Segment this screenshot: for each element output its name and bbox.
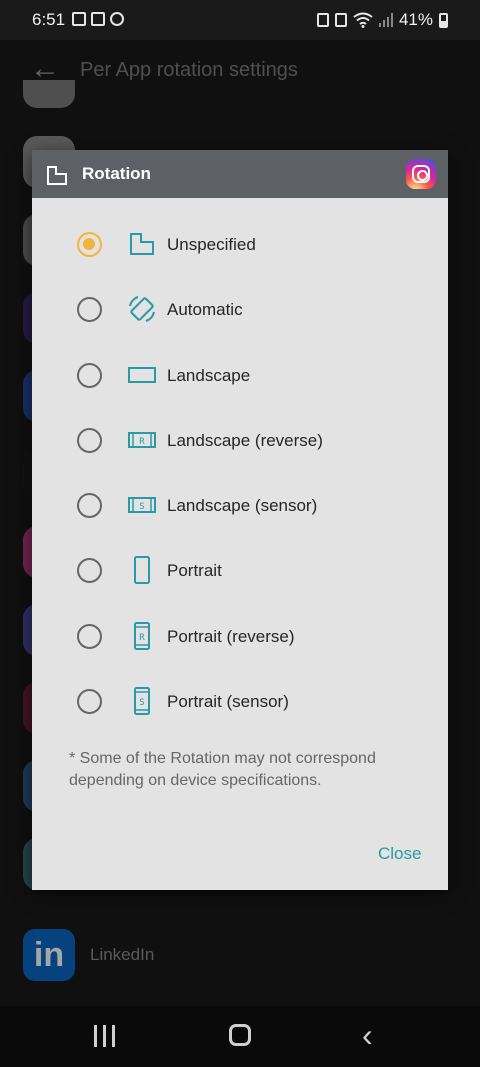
option-label: Landscape — [167, 366, 251, 385]
radio-button[interactable] — [77, 624, 102, 649]
radio-button[interactable] — [77, 428, 102, 453]
screen-rotation-notification-icon — [72, 12, 86, 26]
option-label: Unspecified — [167, 235, 256, 254]
nfc-icon — [334, 13, 347, 27]
option-landscape[interactable]: Landscape — [32, 347, 448, 403]
option-label: Portrait (sensor) — [167, 692, 289, 711]
recent-apps-icon[interactable] — [94, 1025, 118, 1047]
radio-button[interactable] — [77, 363, 102, 388]
close-button[interactable]: Close — [378, 844, 421, 864]
radio-button-checked[interactable] — [77, 232, 102, 257]
battery-icon — [439, 12, 448, 28]
alarm-icon — [316, 13, 329, 27]
wifi-icon — [353, 12, 373, 28]
status-time: 6:51 — [32, 10, 66, 29]
device-note: * Some of the Rotation may not correspon… — [69, 750, 376, 789]
portrait-sensor-icon: S — [134, 687, 150, 715]
landscape-reverse-icon: R — [128, 432, 156, 448]
svg-text:R: R — [139, 437, 145, 447]
svg-text:S: S — [139, 502, 144, 512]
signal-icon — [378, 13, 393, 27]
option-automatic[interactable]: Automatic — [32, 281, 448, 337]
option-label: Landscape (sensor) — [167, 496, 318, 515]
instagram-icon — [406, 159, 436, 189]
svg-text:R: R — [139, 633, 145, 643]
option-portrait-sensor[interactable]: S Portrait (sensor) — [32, 673, 448, 729]
home-icon[interactable] — [229, 1024, 251, 1046]
option-landscape-sensor[interactable]: S Landscape (sensor) — [32, 477, 448, 533]
radio-button[interactable] — [77, 493, 102, 518]
portrait-reverse-icon: R — [134, 622, 150, 650]
option-portrait[interactable]: Portrait — [32, 542, 448, 598]
landscape-icon — [128, 367, 156, 383]
radio-button[interactable] — [77, 558, 102, 583]
battery-percent: 41% — [398, 10, 433, 29]
rotation-icon — [47, 166, 67, 185]
info-notification-icon — [110, 12, 124, 26]
option-label: Landscape (reverse) — [167, 431, 323, 450]
option-portrait-reverse[interactable]: R Portrait (reverse) — [32, 608, 448, 664]
landscape-sensor-icon: S — [128, 497, 156, 513]
status-bar: 6:51 41% — [0, 0, 480, 40]
portrait-icon — [134, 556, 150, 584]
option-label: Automatic — [167, 300, 243, 319]
option-unspecified[interactable]: Unspecified — [32, 216, 448, 272]
rotation-dialog: Rotation Unspecified Automatic Landscape — [32, 150, 448, 890]
svg-text:S: S — [139, 698, 144, 708]
gallery-notification-icon — [91, 12, 105, 26]
navigation-bar: ‹ — [0, 1006, 480, 1067]
option-label: Portrait — [167, 561, 222, 580]
radio-button[interactable] — [77, 689, 102, 714]
unspecified-rotation-icon — [130, 233, 154, 255]
dialog-title: Rotation — [82, 164, 151, 183]
option-landscape-reverse[interactable]: R Landscape (reverse) — [32, 412, 448, 468]
option-label: Portrait (reverse) — [167, 627, 295, 646]
back-icon[interactable]: ‹ — [362, 1019, 392, 1051]
auto-rotate-icon — [129, 296, 155, 322]
dialog-header: Rotation — [32, 150, 448, 198]
radio-button[interactable] — [77, 297, 102, 322]
